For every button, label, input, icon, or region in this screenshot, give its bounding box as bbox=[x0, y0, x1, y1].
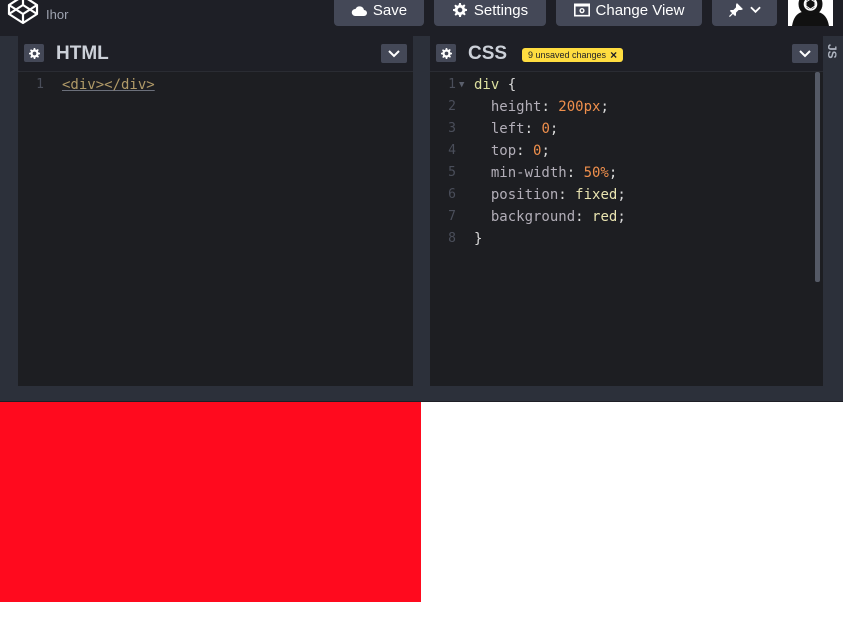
username[interactable]: Ihor bbox=[46, 7, 68, 22]
code-token: 0 bbox=[541, 121, 550, 137]
line-number: 1 bbox=[36, 77, 44, 92]
preview-resizer[interactable] bbox=[0, 386, 843, 402]
code-text: left: 0; bbox=[474, 118, 558, 140]
code-token: left bbox=[474, 121, 525, 137]
chevron-down-icon bbox=[750, 6, 761, 14]
code-token: : bbox=[524, 121, 542, 137]
line-number: 8 bbox=[448, 231, 456, 246]
code-line[interactable]: 1 <div></div> bbox=[18, 74, 413, 96]
pin-menu-button[interactable] bbox=[712, 0, 777, 26]
code-token: red bbox=[592, 209, 618, 225]
code-token: position bbox=[474, 187, 559, 203]
code-token: : bbox=[558, 187, 576, 203]
line-number: 6 bbox=[448, 187, 456, 202]
line-number: 5 bbox=[448, 165, 456, 180]
code-line[interactable]: 4 top: 0; bbox=[430, 140, 823, 162]
html-panel-header: HTML bbox=[18, 36, 413, 72]
code-text: position: fixed; bbox=[474, 184, 626, 206]
js-panel-collapsed[interactable] bbox=[823, 36, 843, 386]
unsaved-changes-badge[interactable]: 9 unsaved changes × bbox=[522, 48, 624, 62]
avatar-image bbox=[788, 0, 833, 26]
code-token: div bbox=[474, 77, 500, 93]
code-token: height bbox=[474, 99, 542, 115]
save-button[interactable]: Save bbox=[334, 0, 424, 26]
pin-icon bbox=[729, 3, 743, 17]
css-panel-header: CSS 9 unsaved changes × bbox=[430, 36, 823, 72]
code-token: background bbox=[474, 209, 576, 225]
line-number: 4 bbox=[448, 143, 456, 158]
code-token: ; bbox=[549, 121, 559, 137]
panel-resizer[interactable] bbox=[413, 36, 430, 386]
code-token: : bbox=[541, 99, 559, 115]
code-line[interactable]: 8} bbox=[430, 228, 823, 250]
settings-label: Settings bbox=[473, 1, 529, 19]
avatar[interactable] bbox=[788, 0, 833, 26]
code-text: min-width: 50%; bbox=[474, 162, 617, 184]
line-number: 1 bbox=[448, 77, 456, 92]
code-text: background: red; bbox=[474, 206, 626, 228]
code-token: top bbox=[474, 143, 517, 159]
code-token: ; bbox=[541, 143, 550, 159]
css-settings-button[interactable] bbox=[436, 44, 456, 62]
cloud-icon bbox=[351, 6, 367, 16]
code-token: fixed bbox=[575, 187, 618, 203]
code-token: ; bbox=[608, 165, 618, 181]
code-line[interactable]: 1 ▼ div { bbox=[430, 74, 823, 96]
code-line[interactable]: 7 background: red; bbox=[430, 206, 823, 228]
html-panel-menu-button[interactable] bbox=[381, 44, 407, 63]
code-line[interactable]: 2 height: 200px; bbox=[430, 96, 823, 118]
line-number: 3 bbox=[448, 121, 456, 136]
left-resizer[interactable] bbox=[0, 36, 18, 386]
css-panel-menu-button[interactable] bbox=[792, 44, 818, 63]
code-token: ; bbox=[600, 99, 609, 115]
change-view-label: Change View bbox=[595, 1, 685, 19]
line-number: 2 bbox=[448, 99, 456, 114]
code-token: : bbox=[516, 143, 534, 159]
code-text: <div></div> bbox=[62, 74, 155, 96]
unsaved-changes-label: 9 unsaved changes bbox=[528, 50, 607, 60]
chevron-down-icon bbox=[799, 49, 811, 57]
gear-icon bbox=[28, 47, 40, 59]
codepen-logo-icon[interactable] bbox=[6, 0, 40, 26]
code-text: top: 0; bbox=[474, 140, 550, 162]
line-number: 7 bbox=[448, 209, 456, 224]
change-view-button[interactable]: Change View bbox=[556, 0, 702, 26]
save-label: Save bbox=[372, 1, 408, 19]
js-panel-label[interactable]: JS bbox=[825, 44, 839, 64]
code-text: } bbox=[474, 228, 482, 250]
code-text: height: 200px; bbox=[474, 96, 609, 118]
code-line[interactable]: 3 left: 0; bbox=[430, 118, 823, 140]
top-bar: Ihor Save Settings Change View bbox=[0, 0, 843, 36]
code-token: 200px bbox=[558, 99, 601, 115]
html-settings-button[interactable] bbox=[24, 44, 44, 62]
close-icon[interactable]: × bbox=[610, 49, 617, 61]
eye-window-icon bbox=[573, 3, 590, 17]
chevron-down-icon bbox=[388, 49, 400, 57]
html-editor-panel: HTML 1 <div></div> bbox=[18, 36, 413, 386]
css-code-editor[interactable]: 1 ▼ div {2 height: 200px; 3 left: 0; 4 top: … bbox=[430, 74, 823, 250]
code-token: { bbox=[499, 77, 517, 93]
css-editor-scrollbar[interactable] bbox=[815, 72, 820, 282]
html-panel-title: HTML bbox=[56, 43, 109, 64]
settings-button[interactable]: Settings bbox=[434, 0, 546, 26]
code-token: <div></div> bbox=[62, 77, 155, 93]
code-token: ; bbox=[617, 187, 626, 203]
code-token: : bbox=[575, 209, 593, 225]
code-line[interactable]: 6 position: fixed; bbox=[430, 184, 823, 206]
code-token: : bbox=[566, 165, 584, 181]
css-editor-panel: CSS 9 unsaved changes × 1 ▼ div {2 height:… bbox=[430, 36, 823, 386]
code-token: min-width bbox=[474, 165, 567, 181]
gear-icon bbox=[452, 3, 467, 17]
code-token: } bbox=[474, 231, 483, 247]
fold-arrow-icon[interactable]: ▼ bbox=[459, 74, 464, 96]
code-token: 50% bbox=[583, 165, 609, 181]
code-line[interactable]: 5 min-width: 50%; bbox=[430, 162, 823, 184]
code-token: ; bbox=[617, 209, 626, 225]
html-code-editor[interactable]: 1 <div></div> bbox=[18, 74, 413, 96]
css-panel-title: CSS bbox=[468, 43, 508, 64]
code-text: div { bbox=[474, 74, 516, 96]
preview-red-div bbox=[0, 402, 421, 602]
gear-icon bbox=[440, 47, 452, 59]
